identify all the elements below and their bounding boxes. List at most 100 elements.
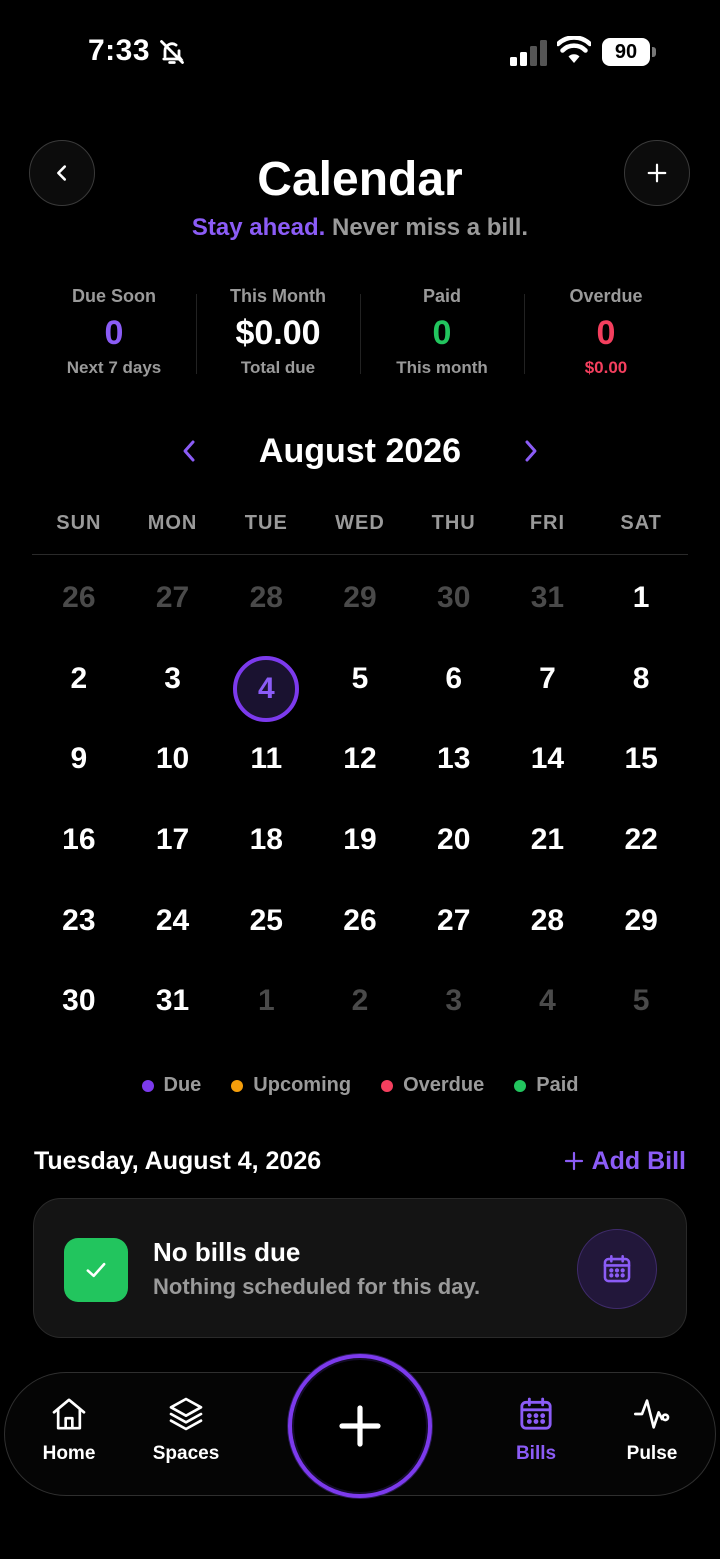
calendar-day[interactable]: 3 [407, 961, 501, 1042]
tab-home[interactable]: Home [19, 1393, 119, 1465]
day-number: 17 [155, 823, 190, 857]
tab-label: Home [42, 1443, 96, 1464]
calendar-day[interactable]: 2 [313, 961, 407, 1042]
tab-pulse[interactable]: Pulse [602, 1393, 702, 1465]
legend-item-due: Due [141, 1074, 201, 1097]
calendar-day[interactable]: 2 [32, 639, 126, 720]
calendar-icon [603, 1254, 631, 1283]
calendar-day-today[interactable]: 4 [219, 639, 313, 722]
open-calendar-button[interactable] [577, 1229, 657, 1309]
legend-item-overdue: Overdue [381, 1074, 484, 1097]
calendar-day[interactable]: 20 [407, 800, 501, 881]
calendar-day[interactable]: 14 [501, 719, 595, 800]
calendar-day[interactable]: 21 [501, 800, 595, 881]
stat-value: 0 [104, 314, 124, 352]
day-number: 4 [233, 655, 300, 722]
calendar-day[interactable]: 24 [126, 880, 220, 961]
calendar-day[interactable]: 26 [32, 558, 126, 639]
legend-dot [141, 1079, 154, 1092]
calendar-day[interactable]: 18 [219, 800, 313, 881]
calendar-day[interactable]: 10 [126, 719, 220, 800]
calendar-day[interactable]: 28 [219, 558, 313, 639]
card-message: Nothing scheduled for this day. [153, 1274, 481, 1299]
previous-month-button[interactable] [172, 434, 206, 468]
add-button[interactable] [624, 140, 690, 206]
day-number: 29 [624, 903, 658, 937]
day-number: 2 [70, 661, 88, 695]
calendar-day[interactable]: 26 [313, 880, 407, 961]
calendar-day[interactable]: 4 [501, 961, 595, 1042]
calendar-day[interactable]: 11 [219, 719, 313, 800]
calendar-day[interactable]: 1 [594, 558, 688, 639]
calendar-day[interactable]: 28 [501, 880, 595, 961]
calendar-day[interactable]: 3 [126, 639, 220, 720]
weekday-label: MON [147, 512, 198, 534]
legend-dot [514, 1079, 527, 1092]
calendar-day[interactable]: 16 [32, 800, 126, 881]
tab-bills[interactable]: Bills [486, 1393, 586, 1465]
day-number: 26 [343, 903, 377, 937]
calendar-day[interactable]: 23 [32, 880, 126, 961]
calendar-day[interactable]: 30 [32, 961, 126, 1042]
day-number: 30 [62, 984, 96, 1018]
calendar-day[interactable]: 19 [313, 800, 407, 881]
calendar-day[interactable]: 29 [313, 558, 407, 639]
add-bill-button[interactable]: Add Bill [564, 1144, 686, 1178]
stat-due-soon[interactable]: Due Soon 0 Next 7 days [32, 282, 196, 382]
calendar-grid: 26 27 28 29 30 31 1 2 3 4 5 6 7 8 9 10 11 12 13 14 15 16 17 18 1… [32, 558, 688, 1042]
day-number: 20 [437, 823, 471, 857]
day-number: 4 [539, 984, 556, 1018]
selected-date-row: Tuesday, August 4, 2026 Add Bill [34, 1144, 686, 1178]
calendar-day[interactable]: 9 [32, 719, 126, 800]
calendar-day[interactable]: 27 [407, 880, 501, 961]
day-number: 19 [343, 823, 377, 857]
calendar-day[interactable]: 6 [407, 639, 501, 720]
calendar-day[interactable]: 5 [594, 961, 688, 1042]
day-number: 27 [155, 581, 190, 615]
add-fab-button[interactable] [288, 1354, 432, 1498]
calendar-day[interactable]: 7 [501, 639, 595, 720]
calendar-day[interactable]: 29 [594, 880, 688, 961]
no-bills-card: No bills due Nothing scheduled for this … [33, 1198, 687, 1338]
calendar-day[interactable]: 12 [313, 719, 407, 800]
stat-label: Overdue [569, 286, 643, 306]
calendar-day[interactable]: 31 [501, 558, 595, 639]
day-number: 31 [530, 581, 565, 615]
day-number: 1 [632, 581, 650, 615]
check-icon [86, 1262, 106, 1278]
calendar-day[interactable]: 1 [219, 961, 313, 1042]
stat-value: 0 [596, 314, 616, 352]
calendar-day[interactable]: 17 [126, 800, 220, 881]
calendar-day[interactable]: 30 [407, 558, 501, 639]
calendar-day[interactable]: 8 [594, 639, 688, 720]
day-number: 18 [249, 823, 283, 857]
stat-sub: Total due [240, 358, 316, 377]
bell-muted-icon [160, 40, 184, 64]
stat-sub: This month [396, 358, 488, 377]
day-number: 30 [437, 581, 471, 615]
day-number: 3 [445, 984, 463, 1018]
legend-label: Paid [536, 1074, 579, 1096]
check-badge [64, 1238, 128, 1302]
legend-item-upcoming: Upcoming [231, 1074, 351, 1097]
stat-this-month[interactable]: This Month $0.00 Total due [196, 282, 360, 382]
calendar-day[interactable]: 25 [219, 880, 313, 961]
tab-spaces[interactable]: Spaces [136, 1393, 236, 1465]
calendar-day[interactable]: 31 [126, 961, 220, 1042]
day-number: 31 [155, 984, 190, 1018]
stat-paid[interactable]: Paid 0 This month [360, 282, 524, 382]
calendar-day[interactable]: 13 [407, 719, 501, 800]
month-label: August 2026 [258, 432, 462, 470]
calendar-day[interactable]: 15 [594, 719, 688, 800]
stat-overdue[interactable]: Overdue 0 $0.00 [524, 282, 688, 382]
calendar-day[interactable]: 27 [126, 558, 220, 639]
status-time: 7:33 [88, 34, 151, 67]
battery-indicator: 90 [602, 38, 656, 66]
calendar-day[interactable]: 22 [594, 800, 688, 881]
legend-dot [231, 1079, 244, 1092]
calendar-day[interactable]: 5 [313, 639, 407, 720]
next-month-button[interactable] [514, 434, 548, 468]
weekday-header: SUN MON TUE WED THU FRI SAT [32, 512, 688, 535]
day-number: 29 [343, 581, 377, 615]
add-bill-label: Add Bill [591, 1147, 686, 1175]
